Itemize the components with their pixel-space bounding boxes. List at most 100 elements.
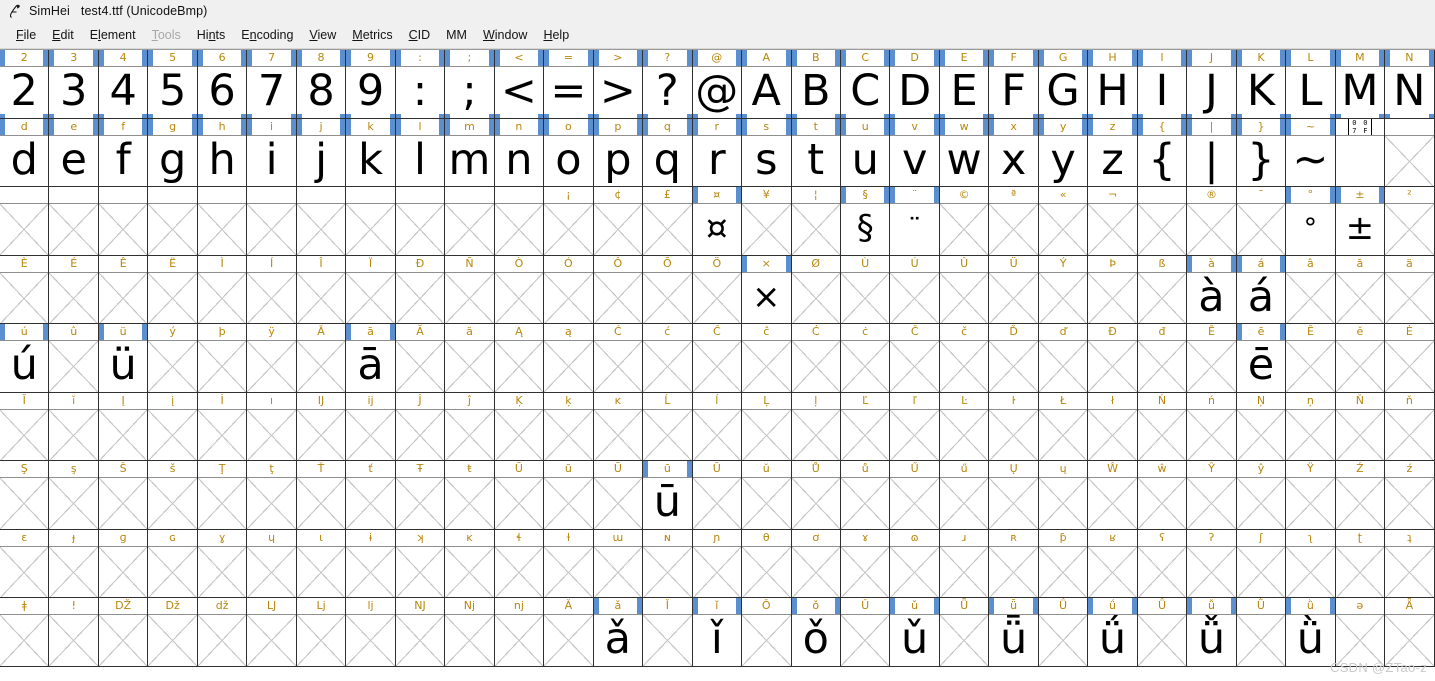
glyph-cell[interactable]: þ [197, 324, 248, 393]
glyph-cell[interactable]: > > [593, 50, 644, 119]
glyph-cell[interactable]: ɩ [296, 529, 347, 598]
glyph-cell[interactable]: = = [544, 50, 594, 119]
glyph-cell[interactable]: Ĳ [296, 392, 347, 461]
glyph-cell[interactable]: ň [1385, 392, 1435, 461]
glyph-cell[interactable]: Ë [148, 255, 198, 324]
glyph-cell[interactable]: EE [939, 50, 990, 119]
glyph-cell[interactable]: nn [494, 118, 545, 187]
glyph-cell[interactable]: Ĕ [1286, 324, 1336, 393]
glyph-cell[interactable] [148, 187, 198, 256]
glyph-cell[interactable]: ã [1335, 255, 1386, 324]
glyph-cell[interactable]: Ŧ [395, 461, 446, 530]
glyph-cell[interactable]: BB [791, 50, 841, 119]
glyph-cell[interactable]: ēē [1236, 324, 1287, 393]
glyph-cell[interactable]: £ [643, 187, 693, 256]
menu-item-cid[interactable]: CID [401, 26, 439, 46]
glyph-cell[interactable]: Đ [1088, 324, 1138, 393]
glyph-cell[interactable]: Ǟ [1385, 598, 1435, 667]
glyph-cell[interactable] [395, 187, 446, 256]
menu-item-help[interactable]: Help [535, 26, 577, 46]
glyph-cell[interactable]: Ķ [494, 392, 545, 461]
glyph-cell[interactable]: ǔǔ [890, 598, 940, 667]
glyph-cell[interactable]: Ş [0, 461, 50, 530]
glyph-cell[interactable]: ų [1038, 461, 1089, 530]
glyph-cell[interactable]: Ć [593, 324, 644, 393]
glyph-cell[interactable]: dž [197, 598, 248, 667]
glyph-cell[interactable]: ss [742, 118, 792, 187]
glyph-cell[interactable]: Ń [1137, 392, 1188, 461]
glyph-cell[interactable] [296, 187, 347, 256]
glyph-cell[interactable]: Ň [1335, 392, 1386, 461]
glyph-cell[interactable]: Ŭ [692, 461, 743, 530]
menu-item-view[interactable]: View [301, 26, 344, 46]
glyph-cell[interactable]: < < [494, 50, 545, 119]
glyph-cell[interactable]: oo [544, 118, 594, 187]
glyph-cell[interactable]: Ú [890, 255, 940, 324]
glyph-cell[interactable]: ǂ [0, 598, 50, 667]
glyph-cell[interactable]: uu [840, 118, 891, 187]
glyph-cell[interactable]: ƥ [1038, 529, 1089, 598]
glyph-cell[interactable]: úú [0, 324, 50, 393]
glyph-cell[interactable]: Í [247, 255, 297, 324]
glyph-cell[interactable]: ee [49, 118, 99, 187]
glyph-cell[interactable]: « [1038, 187, 1089, 256]
glyph-cell[interactable]: ¯ [1236, 187, 1287, 256]
glyph-cell[interactable]: ľ [890, 392, 940, 461]
glyph-cell[interactable]: ¤ ¤ [692, 187, 743, 256]
glyph-cell[interactable]: Ö [692, 255, 743, 324]
glyph-cell[interactable]: DŽ [98, 598, 149, 667]
menu-item-metrics[interactable]: Metrics [344, 26, 400, 46]
glyph-cell[interactable]: FF [989, 50, 1039, 119]
glyph-cell[interactable]: @ @ [692, 50, 743, 119]
glyph-cell[interactable]: © [939, 187, 990, 256]
glyph-cell[interactable]: ¢ [593, 187, 644, 256]
glyph-cell[interactable]: Õ [643, 255, 693, 324]
glyph-cell[interactable] [98, 187, 149, 256]
glyph-cell[interactable]: Ĭ [0, 392, 50, 461]
glyph-cell[interactable]: mm [445, 118, 495, 187]
glyph-cell[interactable]: ł [1088, 392, 1138, 461]
glyph-cell[interactable]: ź [1385, 461, 1435, 530]
glyph-cell[interactable]: ± ± [1335, 187, 1386, 256]
glyph-cell[interactable]: ww [939, 118, 990, 187]
glyph-cell[interactable]: Ý [1038, 255, 1089, 324]
glyph-cell[interactable]: NJ [395, 598, 446, 667]
glyph-cell[interactable]: Ǖ [939, 598, 990, 667]
glyph-grid-area[interactable]: 2 2 3 3 4 4 5 5 6 6 7 7 8 8 9 9::;; < < = = > >?? @ @ A A B B C C D D E E… [0, 49, 1435, 681]
glyph-cell[interactable]: ĺ [692, 392, 743, 461]
glyph-cell[interactable]: Þ [1088, 255, 1138, 324]
menu-item-element[interactable]: Element [82, 26, 144, 46]
glyph-cell[interactable]: pp [593, 118, 644, 187]
glyph-cell[interactable]: ʈ [1335, 529, 1386, 598]
glyph-cell[interactable]: ɫ [544, 529, 594, 598]
glyph-cell[interactable]: Ê [98, 255, 149, 324]
glyph-cell[interactable]: Ĵ [395, 392, 446, 461]
glyph-cell[interactable]: 55 [148, 50, 198, 119]
glyph-cell[interactable]: ý [148, 324, 198, 393]
glyph-cell[interactable]: Ĺ [643, 392, 693, 461]
menu-item-mm[interactable]: MM [438, 26, 475, 46]
glyph-cell[interactable]: 007F [1335, 118, 1386, 187]
glyph-cell[interactable] [346, 187, 396, 256]
glyph-cell[interactable]: ǚǚ [1187, 598, 1237, 667]
glyph-cell[interactable]: 66 [197, 50, 248, 119]
glyph-cell[interactable]: ii [247, 118, 297, 187]
glyph-cell[interactable]: į [148, 392, 198, 461]
glyph-cell[interactable]: ĸ [445, 529, 495, 598]
glyph-cell[interactable]: ǒǒ [791, 598, 841, 667]
glyph-cell[interactable]: Ó [544, 255, 594, 324]
glyph-cell[interactable]: ~ ~ [1286, 118, 1336, 187]
glyph-cell[interactable]: JJ [1187, 50, 1237, 119]
glyph-cell[interactable]: MM [1335, 50, 1386, 119]
menu-item-hints[interactable]: Hints [189, 26, 234, 46]
glyph-cell[interactable]: ǃ [49, 598, 99, 667]
glyph-cell[interactable]: Ċ [791, 324, 841, 393]
glyph-cell[interactable]: ¡ [544, 187, 594, 256]
glyph-cell[interactable]: ¦ [791, 187, 841, 256]
glyph-cell[interactable]: ć [643, 324, 693, 393]
glyph-cell[interactable]: Ø [791, 255, 841, 324]
glyph-cell[interactable]: ɣ [197, 529, 248, 598]
glyph-cell[interactable]: ť [346, 461, 396, 530]
glyph-cell[interactable]: yy [1038, 118, 1089, 187]
glyph-cell[interactable]: ll [395, 118, 446, 187]
